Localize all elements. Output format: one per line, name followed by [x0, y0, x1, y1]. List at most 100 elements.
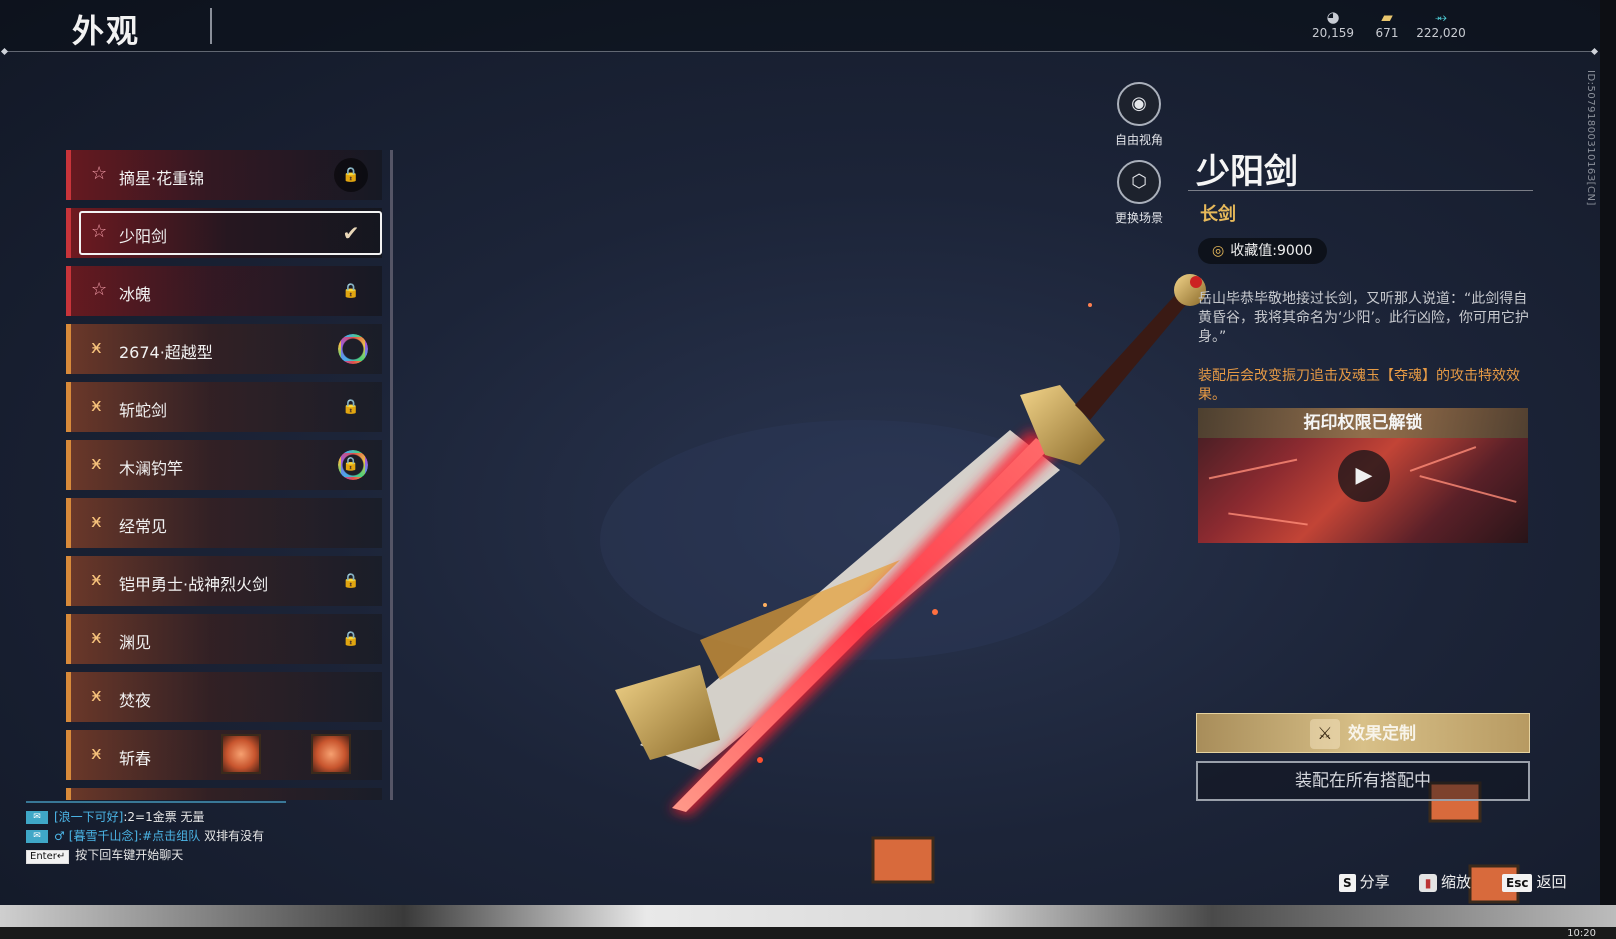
chat-message: ✉ ♂ [暮雪千山念]:#点击组队 双排有没有 [26, 827, 264, 846]
change-scene-button[interactable]: ⬡ [1117, 160, 1161, 204]
collection-label: 收藏值: [1230, 243, 1277, 259]
chat-prompt-text: 按下回车键开始聊天 [75, 848, 184, 862]
ember [763, 603, 767, 607]
chat-channel-icon: ✉ [26, 830, 48, 843]
change-scene-label: 更换场景 [1114, 211, 1163, 225]
lock-icon: 🔒 [342, 283, 360, 299]
video-title: 拓印权限已解锁 [1198, 408, 1528, 438]
sword-grip [1075, 292, 1190, 420]
list-item[interactable]: ӿ 经常见 [66, 498, 382, 548]
cube-icon: ⬡ [1131, 171, 1147, 192]
list-item-label: 斩春 [119, 749, 152, 768]
clock: 10:20 [1567, 928, 1596, 939]
currency-jade: ⥇ 222,020 [1406, 8, 1476, 40]
list-item-label: 渊见 [119, 633, 152, 652]
cross-rarity-icon: ӿ [91, 569, 102, 590]
light-streak [1228, 512, 1308, 526]
cross-rarity-icon: ӿ [91, 627, 102, 648]
lantern-decoration [221, 734, 261, 774]
free-view-button[interactable]: ◉ [1117, 82, 1161, 126]
list-item[interactable]: ☆ 摘星·花重锦 🔒 [66, 150, 382, 200]
chat-text: 双排有没有 [200, 829, 265, 843]
lock-icon: 🔒 [342, 399, 360, 415]
cross-rarity-icon: ӿ [91, 337, 102, 358]
list-item[interactable]: ӿ 斩春 [66, 730, 382, 780]
back-hint[interactable]: Esc 返回 [1502, 871, 1566, 892]
appearance-list[interactable]: ☆ 摘星·花重锦 🔒 ☆ 少阳剑 ✔ ☆ 冰魄 🔒 ӿ 2674·超越型 ӿ 斩… [66, 150, 384, 800]
star-rarity-icon: ☆ [91, 163, 108, 184]
light-streak [1208, 458, 1298, 480]
item-name-divider [1188, 190, 1533, 191]
list-item[interactable] [66, 788, 382, 800]
list-item-label: 冰魄 [119, 285, 152, 304]
ember [757, 757, 763, 763]
check-icon: ✔ [342, 221, 360, 245]
list-item-label: 焚夜 [119, 691, 152, 710]
light-streak [1409, 446, 1477, 472]
list-item[interactable]: ӿ 斩蛇剑 🔒 [66, 382, 382, 432]
effect-customize-label: 效果定制 [1348, 724, 1416, 744]
effect-preview-video[interactable]: 拓印权限已解锁 ▶ [1198, 408, 1528, 543]
right-edge [1600, 0, 1616, 905]
blade-glow [670, 430, 1060, 815]
list-item-selected[interactable]: ☆ 少阳剑 ✔ [66, 208, 382, 258]
chat-sender[interactable]: [暮雪千山念] [69, 829, 138, 843]
zoom-label: 缩放 [1441, 873, 1472, 891]
star-rarity-icon: ☆ [91, 279, 108, 300]
lock-icon: 🔒 [342, 573, 360, 589]
sword-icon: ⚔ [1310, 719, 1340, 749]
rainbow-ring-icon [338, 334, 368, 364]
cross-rarity-icon: ӿ [91, 511, 102, 532]
share-hint[interactable]: S 分享 [1339, 871, 1390, 892]
team-link[interactable]: :#点击组队 [138, 829, 200, 843]
lantern-decoration [871, 836, 935, 884]
cross-rarity-icon: ӿ [91, 743, 102, 764]
list-item[interactable]: ӿ 渊见 🔒 [66, 614, 382, 664]
chat-input-prompt[interactable]: Enter↵ 按下回车键开始聊天 [26, 846, 264, 865]
taskbar [0, 927, 1616, 939]
esc-key: Esc [1502, 873, 1533, 892]
chat-sender[interactable]: [浪一下可好] [54, 810, 123, 824]
collection-value: 9000 [1276, 243, 1313, 259]
camera-icon: ◉ [1131, 93, 1147, 114]
light-streak [1419, 475, 1517, 503]
ember [932, 609, 938, 615]
chat-panel[interactable]: ✉ [浪一下可好]:2=1金票 无量 ✉ ♂ [暮雪千山念]:#点击组队 双排有没有 … [26, 808, 264, 865]
list-item[interactable]: ӿ 焚夜 [66, 672, 382, 722]
list-item[interactable]: ӿ 铠甲勇士·战神烈火剑 🔒 [66, 556, 382, 606]
sword-guard [1020, 385, 1105, 465]
player-id-text: ID:5079180031016З[CN] [1585, 70, 1596, 206]
play-icon[interactable]: ▶ [1338, 450, 1390, 502]
title-separator [210, 8, 212, 44]
page-title: 外观 [72, 12, 141, 50]
item-type: 长剑 [1200, 204, 1236, 225]
list-item-label: 2674·超越型 [119, 343, 213, 362]
list-scrollbar[interactable] [390, 150, 393, 800]
male-icon: ♂ [54, 829, 65, 843]
back-label: 返回 [1536, 873, 1567, 891]
list-item[interactable]: ☆ 冰魄 🔒 [66, 266, 382, 316]
zoom-hint[interactable]: ▮ 缩放 [1419, 871, 1471, 892]
list-item-label: 铠甲勇士·战神烈火剑 [119, 575, 269, 594]
list-item[interactable]: ӿ 2674·超越型 [66, 324, 382, 374]
cross-rarity-icon: ӿ [91, 453, 102, 474]
mouse-icon: ▮ [1419, 873, 1437, 892]
share-key: S [1339, 873, 1356, 892]
effect-customize-button[interactable]: ⚔ 效果定制 [1196, 713, 1530, 753]
enter-key-icon: Enter↵ [26, 850, 70, 864]
list-item-label: 木澜钓竿 [119, 459, 184, 478]
list-item[interactable]: ӿ 木澜钓竿 🔒 [66, 440, 382, 490]
item-name: 少阳剑 [1196, 152, 1298, 192]
equip-all-button[interactable]: 装配在所有搭配中 [1196, 761, 1530, 801]
collection-icon: ◎ [1212, 243, 1225, 259]
cross-rarity-icon: ӿ [91, 685, 102, 706]
cross-rarity-icon: ӿ [91, 395, 102, 416]
lock-icon: 🔒 [342, 457, 359, 472]
chat-divider [26, 801, 286, 803]
currency-gold-value: 671 [1375, 26, 1399, 40]
collection-value-badge: ◎ 收藏值:9000 [1198, 238, 1327, 264]
ambient-light [600, 420, 1120, 660]
lock-icon: 🔒 [334, 158, 368, 192]
blade [672, 438, 1050, 812]
share-label: 分享 [1359, 873, 1390, 891]
